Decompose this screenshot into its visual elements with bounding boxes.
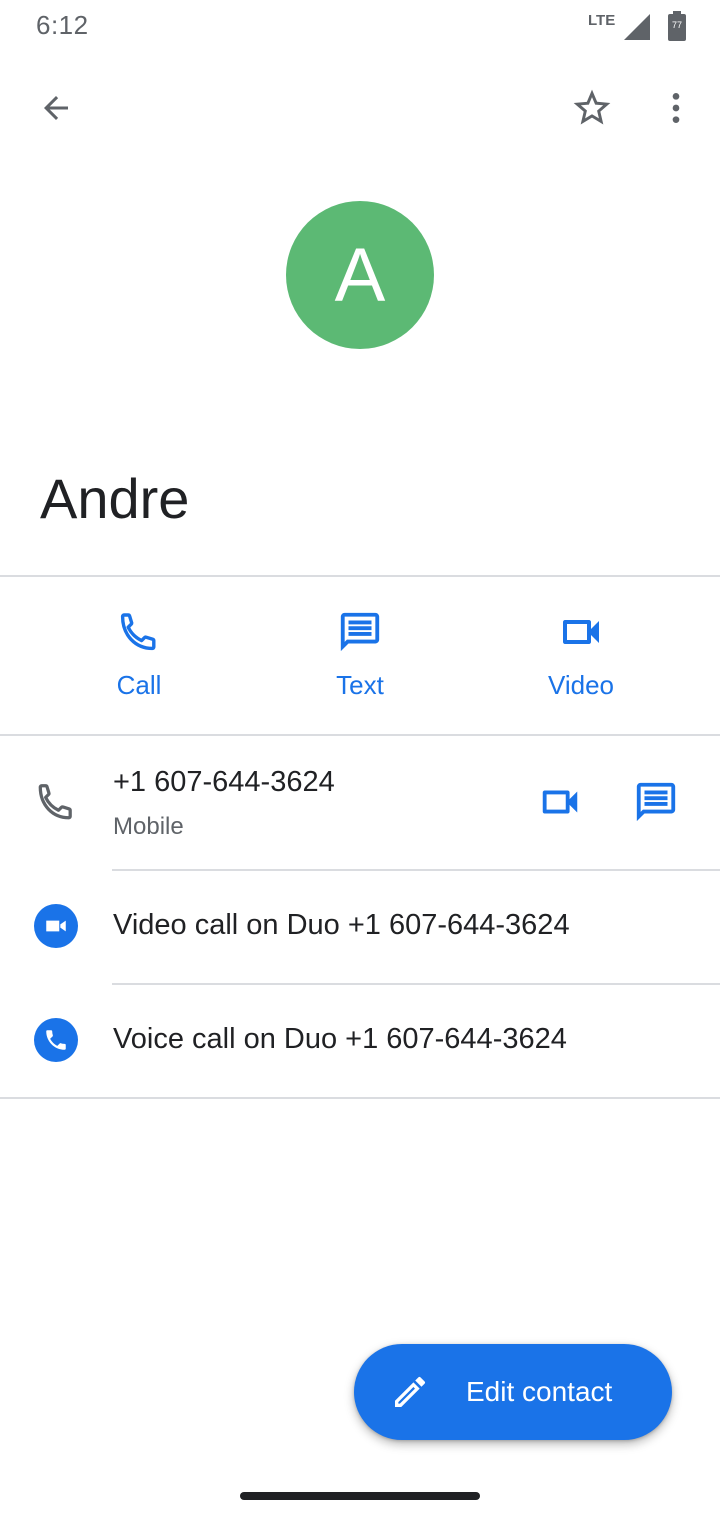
pencil-icon [390,1372,430,1417]
more-vert-icon [672,93,680,123]
favorite-button[interactable] [564,80,620,136]
contact-name: Andre [40,467,190,530]
back-button[interactable] [28,80,84,136]
contact-avatar: A [286,201,434,349]
message-icon [636,782,676,822]
call-action-button[interactable]: Call [59,604,219,714]
arrow-back-icon [44,96,68,120]
contact-detail-screen: 6:12 LTE 77 A Andre Call Text Video +1 6… [0,0,720,1520]
message-icon [337,604,383,660]
divider [112,869,720,871]
divider [0,1097,720,1099]
more-options-button[interactable] [648,80,704,136]
phone-icon [115,604,163,660]
duo-voice-icon [34,1018,78,1062]
star-outline-icon [573,89,611,125]
text-number-button[interactable] [632,778,680,826]
signal-icon [624,14,650,45]
text-action-label: Text [336,670,384,700]
video-call-number-button[interactable] [536,778,584,826]
status-time: 6:12 [36,10,89,40]
video-action-button[interactable]: Video [501,604,661,714]
edit-contact-button[interactable]: Edit contact [354,1344,672,1440]
divider [0,734,720,736]
duo-video-icon [34,904,78,948]
divider [0,575,720,577]
videocam-icon [557,604,605,660]
duo-voice-call-item[interactable]: Voice call on Duo +1 607-644-3624 [113,1023,567,1056]
edit-contact-label: Edit contact [466,1376,613,1407]
duo-video-call-item[interactable]: Video call on Duo +1 607-644-3624 [113,909,570,942]
phone-icon [32,778,80,826]
video-action-label: Video [547,670,615,700]
phone-type-label: Mobile [113,813,184,840]
videocam-icon [542,790,578,814]
call-action-label: Call [116,670,162,700]
status-bar: 6:12 LTE 77 [0,0,720,56]
divider [112,983,720,985]
network-type-label: LTE [588,12,616,29]
text-action-button[interactable]: Text [280,604,440,714]
home-indicator[interactable] [240,1492,480,1500]
battery-level: 77 [671,20,682,30]
phone-number[interactable]: +1 607-644-3624 [113,766,335,799]
